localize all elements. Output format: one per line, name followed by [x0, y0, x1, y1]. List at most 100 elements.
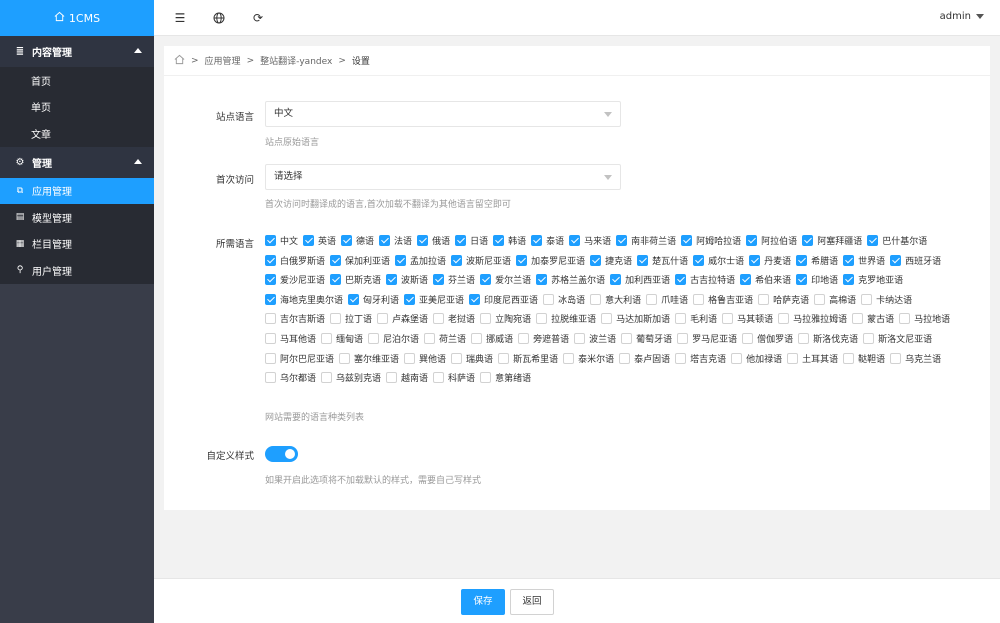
language-checkbox[interactable]: [339, 352, 351, 364]
language-option[interactable]: 僧伽罗语: [742, 331, 793, 351]
language-option[interactable]: 匈牙利语: [348, 292, 399, 312]
language-option[interactable]: 加泰罗尼亚语: [516, 253, 585, 273]
language-checkbox[interactable]: [377, 313, 389, 325]
language-option[interactable]: 海地克里奥尔语: [265, 292, 343, 312]
language-checkbox[interactable]: [796, 274, 808, 286]
language-checkbox[interactable]: [433, 372, 445, 384]
language-option[interactable]: 印度尼西亚语: [469, 292, 538, 312]
language-option[interactable]: 马拉雅拉姆语: [778, 311, 847, 331]
save-button[interactable]: 保存: [461, 589, 505, 615]
language-option[interactable]: 拉丁语: [330, 311, 372, 331]
language-option[interactable]: 马来语: [569, 233, 611, 253]
language-option[interactable]: 丹麦语: [749, 253, 791, 273]
language-option[interactable]: 鞑靼语: [843, 351, 885, 371]
language-option[interactable]: 越南语: [386, 370, 428, 390]
language-checkbox[interactable]: [417, 235, 429, 246]
language-option[interactable]: 希腊语: [796, 253, 838, 273]
language-option[interactable]: 乌兹别克语: [321, 370, 381, 390]
language-option[interactable]: 白俄罗斯语: [265, 253, 325, 273]
language-checkbox[interactable]: [451, 352, 463, 364]
language-checkbox[interactable]: [386, 372, 398, 384]
language-option[interactable]: 冰岛语: [543, 292, 585, 312]
language-checkbox[interactable]: [843, 254, 855, 266]
language-checkbox[interactable]: [758, 293, 770, 305]
language-checkbox[interactable]: [493, 235, 505, 246]
language-option[interactable]: 塔吉克语: [675, 351, 726, 371]
language-option[interactable]: 世界语: [843, 253, 885, 273]
language-option[interactable]: 亚美尼亚语: [404, 292, 464, 312]
language-option[interactable]: 中文: [265, 233, 298, 253]
language-checkbox[interactable]: [574, 332, 586, 344]
language-option[interactable]: 挪威语: [471, 331, 513, 351]
language-option[interactable]: 捷克语: [590, 253, 632, 273]
language-checkbox[interactable]: [677, 332, 689, 344]
language-option[interactable]: 威尔士语: [693, 253, 744, 273]
language-option[interactable]: 马拉地语: [899, 311, 950, 331]
language-checkbox[interactable]: [681, 235, 693, 246]
language-checkbox[interactable]: [471, 332, 483, 344]
back-button[interactable]: 返回: [510, 589, 554, 615]
sidebar-item-models[interactable]: ▤ 模型管理: [0, 204, 154, 231]
language-option[interactable]: 印地语: [796, 272, 838, 292]
language-option[interactable]: 楚瓦什语: [637, 253, 688, 273]
sidebar-group-content[interactable]: ≣ 内容管理: [0, 36, 154, 67]
language-checkbox[interactable]: [265, 372, 276, 384]
language-checkbox[interactable]: [404, 352, 416, 364]
language-checkbox[interactable]: [480, 274, 492, 286]
language-option[interactable]: 法语: [379, 233, 412, 253]
language-option[interactable]: 南非荷兰语: [616, 233, 676, 253]
language-checkbox[interactable]: [536, 313, 548, 325]
language-option[interactable]: 加利西亚语: [610, 272, 670, 292]
language-checkbox[interactable]: [480, 313, 492, 325]
language-checkbox[interactable]: [341, 235, 353, 246]
language-option[interactable]: 卡纳达语: [861, 292, 912, 312]
language-checkbox[interactable]: [330, 313, 342, 325]
language-option[interactable]: 毛利语: [675, 311, 717, 331]
language-option[interactable]: 西班牙语: [890, 253, 941, 273]
sidebar-item-home[interactable]: 首页: [0, 67, 154, 94]
language-checkbox[interactable]: [480, 372, 492, 384]
language-checkbox[interactable]: [379, 235, 391, 246]
language-option[interactable]: 波斯尼亚语: [451, 253, 511, 273]
language-option[interactable]: 意大利语: [590, 292, 641, 312]
language-checkbox[interactable]: [265, 274, 276, 286]
language-option[interactable]: 立陶宛语: [480, 311, 531, 331]
language-option[interactable]: 阿尔巴尼亚语: [265, 351, 334, 371]
user-menu[interactable]: admin: [940, 11, 984, 22]
language-option[interactable]: 哈萨克语: [758, 292, 809, 312]
language-option[interactable]: 波斯语: [386, 272, 428, 292]
language-option[interactable]: 斯瓦希里语: [498, 351, 558, 371]
language-option[interactable]: 泰卢固语: [619, 351, 670, 371]
language-checkbox[interactable]: [621, 332, 633, 344]
language-option[interactable]: 荷兰语: [424, 331, 466, 351]
menu-toggle-icon[interactable]: ☰: [172, 10, 188, 26]
language-checkbox[interactable]: [433, 274, 445, 286]
language-option[interactable]: 斯洛伐克语: [798, 331, 858, 351]
language-checkbox[interactable]: [404, 293, 416, 305]
language-checkbox[interactable]: [890, 352, 902, 364]
language-option[interactable]: 波兰语: [574, 331, 616, 351]
language-option[interactable]: 韩语: [493, 233, 526, 253]
language-checkbox[interactable]: [616, 235, 628, 246]
language-checkbox[interactable]: [867, 235, 879, 246]
language-checkbox[interactable]: [330, 274, 342, 286]
sidebar-item-apps[interactable]: ⧉ 应用管理: [0, 177, 154, 204]
language-checkbox[interactable]: [498, 352, 510, 364]
language-checkbox[interactable]: [852, 313, 864, 325]
language-checkbox[interactable]: [861, 293, 873, 305]
language-checkbox[interactable]: [590, 254, 602, 266]
language-checkbox[interactable]: [610, 274, 622, 286]
sidebar-item-columns[interactable]: ▦ 栏目管理: [0, 231, 154, 258]
sidebar-group-manage[interactable]: ⚙ 管理: [0, 146, 154, 178]
language-checkbox[interactable]: [731, 352, 743, 364]
language-option[interactable]: 阿塞拜疆语: [802, 233, 862, 253]
sidebar-item-page[interactable]: 单页: [0, 94, 154, 121]
language-option[interactable]: 老挝语: [433, 311, 475, 331]
breadcrumb-item-plugin[interactable]: 整站翻译-yandex: [260, 54, 332, 67]
language-option[interactable]: 罗马尼亚语: [677, 331, 737, 351]
language-option[interactable]: 科萨语: [433, 370, 475, 390]
language-checkbox[interactable]: [787, 352, 799, 364]
language-checkbox[interactable]: [265, 293, 276, 305]
language-checkbox[interactable]: [675, 274, 687, 286]
language-checkbox[interactable]: [637, 254, 649, 266]
